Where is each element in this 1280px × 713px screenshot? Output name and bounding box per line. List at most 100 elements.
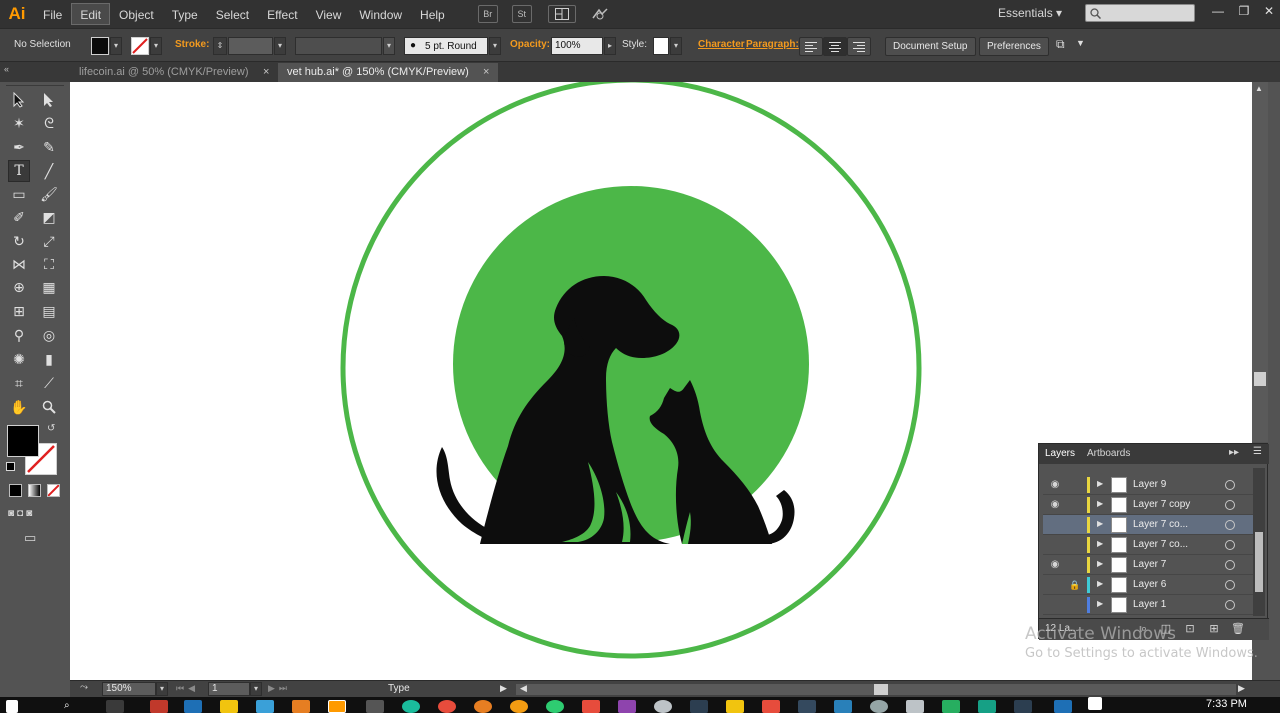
app-icon-9[interactable] (690, 700, 708, 713)
menu-help[interactable]: Help (411, 3, 454, 25)
target-circle-icon[interactable] (1225, 560, 1235, 570)
align-right-icon[interactable] (847, 37, 871, 56)
close-icon[interactable]: × (263, 63, 269, 81)
pen-tool-icon[interactable]: ✒ (8, 136, 30, 158)
menu-object[interactable]: Object (110, 3, 163, 25)
search-icon[interactable]: ⌕ (64, 700, 82, 713)
none-mode-icon[interactable] (47, 484, 60, 497)
lock-icon[interactable] (1069, 499, 1081, 511)
menu-edit[interactable]: Edit (71, 3, 111, 25)
stroke-swatch[interactable] (131, 37, 149, 55)
width-tool-icon[interactable]: ⋈ (8, 253, 30, 275)
layer-name[interactable]: Layer 6 (1133, 579, 1166, 590)
perspective-grid-tool-icon[interactable]: ▦ (38, 276, 60, 298)
collapse-icon[interactable]: « (4, 64, 9, 74)
layer-name[interactable]: Layer 7 co... (1133, 539, 1188, 550)
app-icon-10[interactable] (726, 700, 744, 713)
color-mode-icon[interactable] (9, 484, 22, 497)
app-icon-12[interactable] (798, 700, 816, 713)
app-icon-13[interactable] (834, 700, 852, 713)
shape-builder-tool-icon[interactable]: ⊕ (8, 276, 30, 298)
layer-name[interactable]: Layer 9 (1133, 479, 1166, 490)
lasso-tool-icon[interactable]: ᘓ (38, 112, 60, 134)
arrange-documents-icon[interactable] (547, 5, 576, 23)
bridge-button[interactable]: Br (477, 5, 498, 23)
align-center-icon[interactable] (823, 37, 847, 56)
layer-row[interactable]: ◉ ▶ Layer 7 (1043, 555, 1253, 575)
document-setup-button[interactable]: Document Setup (885, 37, 976, 56)
layer-row[interactable]: ◉ ▶ Layer 7 copy (1043, 495, 1253, 515)
visibility-eye-icon[interactable] (1049, 599, 1061, 611)
panel-grip[interactable] (6, 82, 64, 86)
scroll-right-icon[interactable]: ▶ (1238, 683, 1245, 694)
target-circle-icon[interactable] (1225, 480, 1235, 490)
tab-lifecoin[interactable]: lifecoin.ai @ 50% (CMYK/Preview) × (70, 63, 278, 82)
tab-vet-hub[interactable]: vet hub.ai* @ 150% (CMYK/Preview) × (278, 63, 498, 82)
zoom-level-field[interactable]: 150% (102, 682, 156, 696)
lock-icon[interactable] (1069, 559, 1081, 571)
fill-swatch[interactable] (91, 37, 109, 55)
gradient-tool-icon[interactable]: ▤ (38, 300, 60, 322)
profile-dropdown[interactable]: ▾ (383, 37, 395, 55)
app-icon-14[interactable] (870, 700, 888, 713)
paragraph-link[interactable]: Paragraph: (746, 39, 799, 50)
app-icon-6[interactable] (510, 700, 528, 713)
eraser-tool-icon[interactable]: ◩ (38, 206, 60, 228)
menu-select[interactable]: Select (207, 3, 258, 25)
brush-dropdown[interactable]: ▾ (489, 37, 501, 55)
target-circle-icon[interactable] (1225, 600, 1235, 610)
graphic-style-swatch[interactable] (653, 37, 669, 55)
opacity-arrow[interactable]: ▸ (604, 37, 616, 55)
menu-type[interactable]: Type (163, 3, 207, 25)
visibility-eye-icon[interactable]: ◉ (1049, 559, 1061, 571)
task-view-icon[interactable] (106, 700, 124, 713)
show-hidden-icons-icon[interactable] (1088, 697, 1102, 710)
magic-wand-tool-icon[interactable]: ✶ (8, 112, 30, 134)
screen-mode-icon[interactable]: ▭ (24, 530, 44, 546)
layer-name[interactable]: Layer 7 copy (1133, 499, 1190, 510)
chrome-icon[interactable] (546, 700, 564, 713)
variable-width-profile[interactable] (295, 37, 382, 55)
layer-row[interactable]: ▶ Layer 7 co... (1043, 515, 1253, 535)
horizontal-scroll-thumb[interactable] (874, 684, 888, 695)
app-icon-3[interactable] (292, 700, 310, 713)
app-icon-19[interactable] (1054, 700, 1072, 713)
gradient-mode-icon[interactable] (28, 484, 41, 497)
rotate-tool-icon[interactable]: ↻ (8, 230, 30, 252)
style-dropdown[interactable]: ▾ (670, 37, 682, 55)
first-prev-artboard-icon[interactable]: ⏮◀ (176, 683, 199, 694)
gpu-performance-icon[interactable] (590, 5, 610, 23)
photoshop-icon[interactable] (184, 700, 202, 713)
shaper-tool-icon[interactable]: ✐ (8, 206, 30, 228)
expand-arrow-icon[interactable]: ▶ (1097, 499, 1103, 508)
symbol-sprayer-tool-icon[interactable]: ✺ (8, 348, 30, 370)
visibility-eye-icon[interactable] (1049, 579, 1061, 591)
lock-icon[interactable]: 🔒 (1069, 579, 1081, 591)
layer-name[interactable]: Layer 7 (1133, 559, 1166, 570)
opacity-field[interactable]: 100% (551, 37, 603, 55)
illustrator-icon[interactable] (328, 700, 346, 713)
start-icon[interactable] (6, 700, 18, 713)
layer-row[interactable]: ▶ Layer 1 (1043, 595, 1253, 615)
app-icon-16[interactable] (942, 700, 960, 713)
stroke-label[interactable]: Stroke: (175, 39, 209, 50)
layer-row[interactable]: ◉ ▶ Layer 9 (1043, 475, 1253, 495)
stock-button[interactable]: St (511, 5, 532, 23)
minimize-icon[interactable]: — (1207, 2, 1229, 20)
curvature-tool-icon[interactable]: ✎ (38, 136, 60, 158)
panel-menu-icon[interactable]: ☰ (1253, 446, 1262, 457)
layer-name[interactable]: Layer 7 co... (1133, 519, 1188, 530)
create-layer-icon[interactable]: ⊞ (1207, 622, 1221, 636)
scale-tool-icon[interactable]: ⤢ (38, 230, 60, 252)
expand-arrow-icon[interactable]: ▶ (1097, 559, 1103, 568)
artboard-tool-icon[interactable]: ⌗ (8, 372, 30, 394)
menu-file[interactable]: File (34, 3, 71, 25)
app-icon-15[interactable] (906, 700, 924, 713)
stroke-stepper[interactable]: ⇕ (213, 37, 227, 55)
workspace-switcher[interactable]: Essentials ▾ (998, 6, 1062, 20)
stroke-dropdown[interactable]: ▾ (150, 37, 162, 55)
brush-definition[interactable]: ● 5 pt. Round (404, 37, 488, 55)
eyedropper-tool-icon[interactable]: ⚲ (8, 324, 30, 346)
stroke-weight-dropdown[interactable]: ▾ (274, 37, 286, 55)
status-menu-icon[interactable]: ▶ (500, 683, 507, 694)
